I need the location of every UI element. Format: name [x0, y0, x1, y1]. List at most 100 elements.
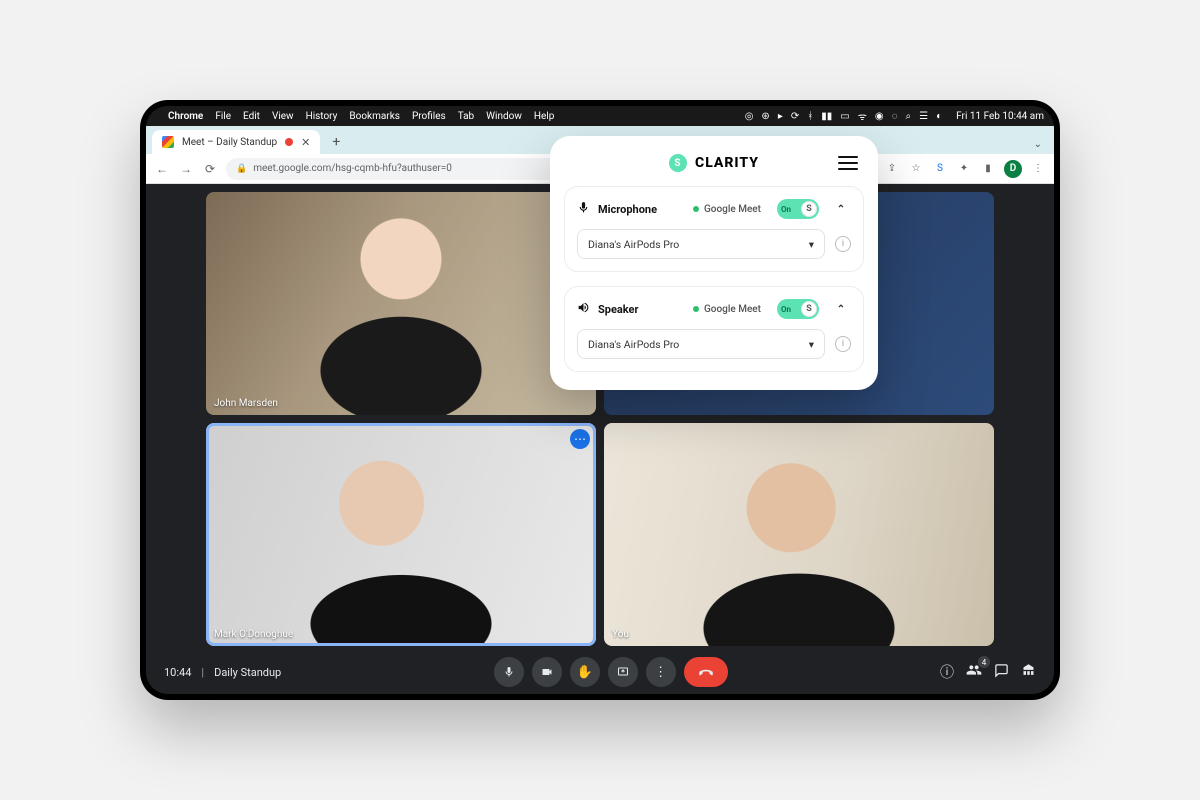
participant-name: You	[612, 629, 629, 640]
people-button[interactable]: 4	[966, 662, 982, 682]
speaker-label: Speaker	[598, 303, 639, 316]
meeting-time: 10:44	[164, 666, 191, 679]
clarity-menu-button[interactable]	[838, 154, 858, 172]
tray-display-icon[interactable]: ▭	[840, 111, 849, 122]
menu-tab[interactable]: Tab	[458, 111, 474, 122]
window-dropdown-button[interactable]: ⌄	[1034, 139, 1042, 150]
meeting-details-button[interactable]: ⓘ	[940, 662, 954, 682]
profile-avatar[interactable]: D	[1004, 160, 1022, 178]
tab-close-button[interactable]: ✕	[301, 136, 310, 149]
microphone-device-select[interactable]: Diana's AirPods Pro ▾	[577, 229, 825, 259]
chevron-down-icon: ▾	[809, 338, 814, 351]
microphone-collapse-button[interactable]: ⌃	[831, 199, 851, 219]
speaker-collapse-button[interactable]: ⌃	[831, 299, 851, 319]
toggle-knob-icon: S	[801, 201, 817, 217]
speaker-info-button[interactable]: i	[835, 336, 851, 352]
tray-user-icon[interactable]: ◉	[875, 111, 884, 122]
menu-help[interactable]: Help	[534, 111, 554, 122]
video-tile[interactable]: John Marsden	[206, 192, 596, 415]
nav-reload-button[interactable]: ⟳	[202, 161, 218, 177]
menu-history[interactable]: History	[306, 111, 338, 122]
toggle-camera-button[interactable]	[532, 657, 562, 687]
microphone-app-indicator: Google Meet	[693, 204, 761, 215]
leave-call-button[interactable]	[684, 657, 728, 687]
tray-sync-icon[interactable]: ⟳	[791, 111, 799, 122]
tray-clock-icon[interactable]: ◌	[892, 111, 898, 122]
tray-icon[interactable]: ◎	[745, 111, 754, 122]
speaker-toggle[interactable]: On S	[777, 299, 819, 319]
clarity-logo: S CLARITY	[669, 154, 759, 172]
menu-file[interactable]: File	[215, 111, 231, 122]
bookmark-star-icon[interactable]: ☆	[908, 161, 924, 177]
menu-bookmarks[interactable]: Bookmarks	[349, 111, 400, 122]
extension-icon[interactable]: ▮	[980, 161, 996, 177]
meeting-title: Daily Standup	[214, 666, 281, 679]
macos-menubar: Chrome File Edit View History Bookmarks …	[146, 106, 1054, 126]
browser-tab[interactable]: Meet – Daily Standup ✕	[152, 130, 320, 154]
menubar-menus: File Edit View History Bookmarks Profile…	[215, 111, 554, 122]
menu-edit[interactable]: Edit	[243, 111, 260, 122]
speaker-device-value: Diana's AirPods Pro	[588, 338, 679, 351]
microphone-icon	[503, 666, 515, 678]
speaker-device-select[interactable]: Diana's AirPods Pro ▾	[577, 329, 825, 359]
participant-name: Mark O'Donoghue	[214, 629, 293, 640]
participant-name: John Marsden	[214, 398, 278, 409]
microphone-device-value: Diana's AirPods Pro	[588, 238, 679, 251]
chevron-down-icon: ▾	[809, 238, 814, 251]
more-options-button[interactable]: ⋮	[646, 657, 676, 687]
share-icon[interactable]: ⇪	[884, 161, 900, 177]
tile-menu-button[interactable]: ⋯	[570, 429, 590, 449]
raise-hand-button[interactable]: ✋	[570, 657, 600, 687]
clarity-extension-popup: S CLARITY Microphone Google Meet	[550, 136, 878, 390]
phone-hangup-icon	[697, 663, 715, 681]
camera-icon	[541, 666, 553, 678]
laptop-frame: Chrome File Edit View History Bookmarks …	[140, 100, 1060, 700]
toggle-mic-button[interactable]	[494, 657, 524, 687]
lock-icon: 🔒	[236, 164, 247, 174]
menubar-clock[interactable]: Fri 11 Feb 10:44 am	[956, 111, 1044, 122]
toggle-label: On	[781, 305, 791, 314]
participant-count-badge: 4	[978, 656, 990, 668]
status-dot-icon	[693, 206, 699, 212]
toggle-knob-icon: S	[801, 301, 817, 317]
chrome-menu-button[interactable]: ⋮	[1030, 161, 1046, 177]
nav-back-button[interactable]: ←	[154, 161, 170, 177]
present-screen-button[interactable]	[608, 657, 638, 687]
microphone-icon	[577, 201, 590, 217]
tray-siri-icon[interactable]: ◐	[936, 111, 942, 122]
tab-title: Meet – Daily Standup	[182, 137, 277, 148]
menu-view[interactable]: View	[272, 111, 294, 122]
extensions-puzzle-icon[interactable]: ✦	[956, 161, 972, 177]
activities-button[interactable]	[1021, 663, 1036, 682]
clarity-logo-icon: S	[669, 154, 687, 172]
speaker-icon	[577, 301, 590, 317]
clarity-brand-text: CLARITY	[695, 155, 759, 171]
tray-search-icon[interactable]: ⌕	[906, 111, 912, 122]
new-tab-button[interactable]: +	[326, 132, 346, 152]
menu-window[interactable]: Window	[486, 111, 522, 122]
menubar-tray: ◎ ⊛ ▸ ⟳ ᚼ ▮▮ ▭ ᯤ ◉ ◌ ⌕ ☰ ◐ Fri 11 Feb 10…	[745, 109, 1044, 123]
nav-forward-button[interactable]: →	[178, 161, 194, 177]
tray-bluetooth-icon[interactable]: ᚼ	[807, 111, 813, 122]
tray-play-icon[interactable]: ▸	[778, 111, 783, 122]
extension-icon[interactable]: S	[932, 161, 948, 177]
recording-indicator-icon	[285, 138, 293, 146]
video-tile-speaking[interactable]: ⋯ Mark O'Donoghue	[206, 423, 596, 646]
chat-icon	[994, 663, 1009, 678]
tray-icon[interactable]: ⊛	[761, 111, 769, 122]
screen: Chrome File Edit View History Bookmarks …	[146, 106, 1054, 694]
speaker-app-indicator: Google Meet	[693, 304, 761, 315]
tray-control-center-icon[interactable]: ☰	[919, 111, 928, 122]
chat-button[interactable]	[994, 663, 1009, 682]
status-dot-icon	[693, 306, 699, 312]
video-tile-self[interactable]: You	[604, 423, 994, 646]
url-field[interactable]: 🔒 meet.google.com/hsg-cqmb-hfu?authuser=…	[226, 158, 606, 180]
menu-profiles[interactable]: Profiles	[412, 111, 446, 122]
microphone-label: Microphone	[598, 203, 657, 216]
microphone-info-button[interactable]: i	[835, 236, 851, 252]
meet-favicon-icon	[162, 136, 174, 148]
tray-battery-icon[interactable]: ▮▮	[821, 111, 832, 122]
microphone-toggle[interactable]: On S	[777, 199, 819, 219]
menubar-app-name[interactable]: Chrome	[168, 111, 203, 122]
tray-wifi-icon[interactable]: ᯤ	[858, 109, 867, 123]
